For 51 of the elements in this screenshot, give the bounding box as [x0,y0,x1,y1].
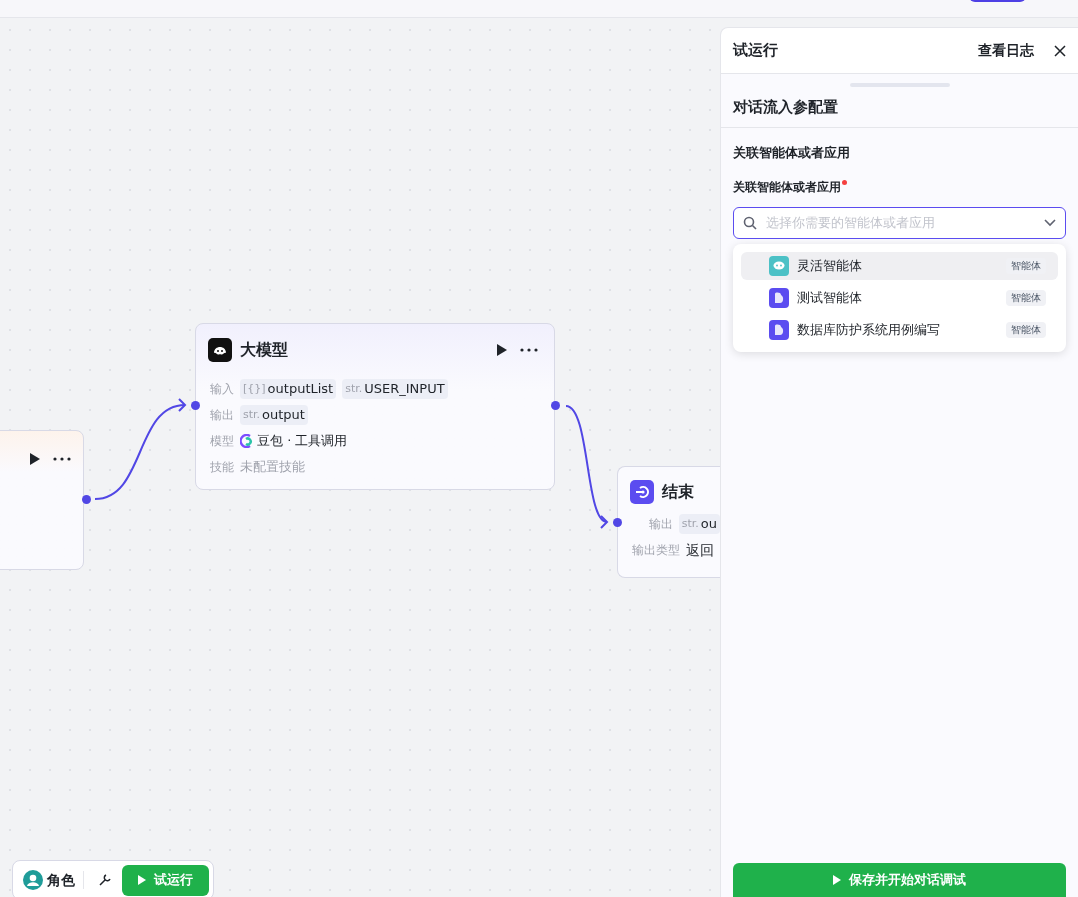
exit-icon [630,480,654,504]
bot-icon [769,319,789,340]
row-label: 输出 [209,407,234,424]
model-name: 豆包 · 工具调用 [257,432,348,451]
option-label: 测试智能体 [797,288,862,307]
row-label: 技能 [209,459,234,476]
node-card[interactable] [0,430,84,570]
wrench-icon[interactable] [98,873,112,887]
bot-icon [769,287,789,308]
type-label: [{}] [243,380,266,397]
play-icon [833,875,841,885]
chat-bubble-icon [769,255,789,276]
panel-title: 试运行 [733,40,778,62]
field-label: 关联智能体或者应用 [733,178,841,196]
node-card[interactable]: 结束 输出 str.ou 输出类型 返回 [617,466,720,578]
row-value: 未配置技能 [240,458,305,477]
type-label: str. [243,406,261,423]
variable-tag: [{}]outputList [240,379,337,399]
more-icon[interactable] [520,348,538,352]
llm-logo-icon [208,338,232,362]
option-label: 数据库防护系统用例编写 [797,320,940,339]
row-label: 输出 [647,516,673,533]
role-button[interactable]: 角色 [23,869,75,891]
type-label: str. [345,380,363,397]
option-label: 灵活智能体 [797,256,862,275]
type-tag: 智能体 [1006,321,1046,338]
node-title: 大模型 [240,339,288,361]
search-icon [743,215,757,230]
type-tag: 智能体 [1006,289,1046,306]
variable-tag: str.ou [678,514,720,534]
play-icon[interactable] [496,343,508,357]
row-label: 输入 [209,381,234,398]
type-label: str. [681,515,699,532]
view-log-link[interactable]: 查看日志 [978,40,1034,61]
variable-tag: str.output [240,405,308,425]
chevron-down-icon [1044,218,1056,227]
person-icon [23,870,43,890]
play-icon[interactable] [29,452,41,466]
dropdown-option[interactable]: 灵活智能体 智能体 [741,251,1058,280]
model-logo-icon [240,434,253,448]
group-title: 关联智能体或者应用 [733,144,851,162]
row-label: 输出类型 [631,542,680,559]
more-icon[interactable] [53,457,71,461]
close-icon[interactable] [1054,44,1066,57]
variable-tag: str.USER_INPUT [342,379,448,399]
node-card[interactable]: 大模型 输入 [{}]outputList str.USER_INPUT 输出 str.output 模型 豆包 · 工具调用 技能 未配置技能 [195,323,555,490]
node-title: 结束 [662,481,694,503]
section-title: 对话流入参配置 [733,96,838,118]
play-icon [138,875,146,885]
row-value: 返回 [686,540,714,560]
row-label: 模型 [209,433,234,450]
